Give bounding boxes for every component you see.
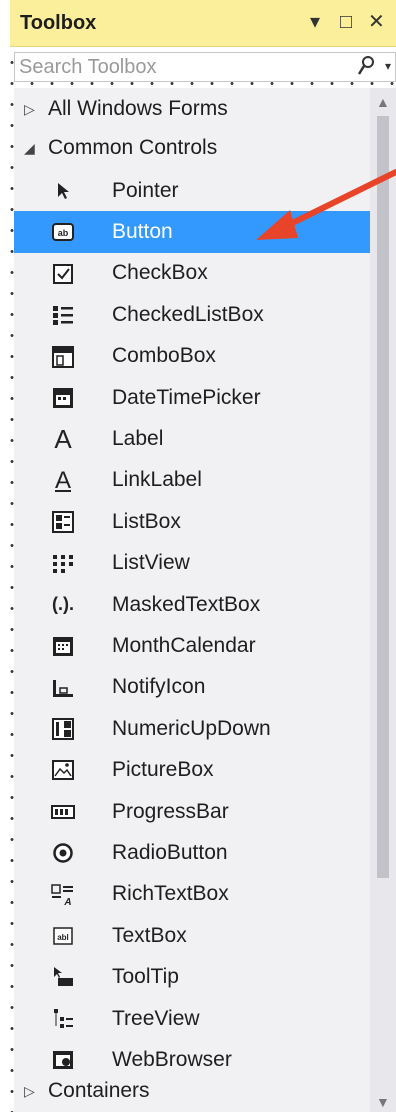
toolbox-item-monthcalendar[interactable]: MonthCalendar <box>14 625 370 666</box>
link-label-icon: A <box>54 466 71 494</box>
toolbox-item-checkedlistbox[interactable]: CheckedListBox <box>14 294 370 335</box>
item-label: ToolTip <box>112 965 179 989</box>
toolbox-item-maskedtextbox[interactable]: (.). MaskedTextBox <box>14 584 370 625</box>
item-label: ComboBox <box>112 344 216 368</box>
toolbox-item-radiobutton[interactable]: RadioButton <box>14 832 370 873</box>
toolbox-item-checkbox[interactable]: CheckBox <box>14 253 370 294</box>
annotation-arrow-icon <box>256 169 396 240</box>
search-box: ▾ <box>14 52 396 82</box>
item-label: DateTimePicker <box>112 385 261 409</box>
checked-list-box-icon <box>50 303 76 327</box>
toolbox-item-tooltip[interactable]: ToolTip <box>14 956 370 997</box>
masked-text-box-icon: (.). <box>52 594 74 615</box>
toolbox-item-numericupdown[interactable]: NumericUpDown <box>14 708 370 749</box>
svg-text:A: A <box>63 897 71 906</box>
toolbox-item-richtextbox[interactable]: A RichTextBox <box>14 874 370 915</box>
radio-button-icon <box>50 841 76 865</box>
collapsed-triangle-icon: ▷ <box>24 100 35 117</box>
month-calendar-icon <box>50 634 76 658</box>
item-label: RichTextBox <box>112 882 229 906</box>
maximize-icon[interactable]: □ <box>340 10 352 34</box>
group-all-windows-forms[interactable]: ▷ All Windows Forms <box>14 90 370 128</box>
item-label: LinkLabel <box>112 468 202 492</box>
search-input[interactable] <box>19 55 339 79</box>
scroll-down-arrow-icon[interactable]: ▼ <box>376 1094 390 1110</box>
group-label: Common Controls <box>48 136 218 159</box>
svg-text:abl: abl <box>57 933 69 942</box>
scroll-up-arrow-icon[interactable]: ▲ <box>376 94 390 110</box>
toolbox-title-bar: Toolbox ▾ □ ✕ <box>10 0 396 47</box>
item-label: WebBrowser <box>112 1047 232 1071</box>
item-label: ProgressBar <box>112 799 229 823</box>
item-label: ListBox <box>112 509 181 533</box>
collapsed-triangle-icon: ▷ <box>24 1082 35 1099</box>
checkbox-icon <box>50 262 76 286</box>
window-title: Toolbox <box>20 12 97 34</box>
toolbox-item-treeview[interactable]: TreeView <box>14 998 370 1039</box>
list-box-icon <box>50 510 76 534</box>
expanded-triangle-icon: ◢ <box>24 139 35 156</box>
toolbox-item-progressbar[interactable]: ProgressBar <box>14 791 370 832</box>
search-options-dropdown-icon[interactable]: ▾ <box>385 59 391 73</box>
toolbox-item-label[interactable]: A Label <box>14 418 370 459</box>
item-label: CheckedListBox <box>112 302 264 326</box>
common-controls-items: Pointer ab Button CheckBox CheckedListBo… <box>14 170 370 1081</box>
item-label: MaskedTextBox <box>112 592 261 616</box>
numeric-up-down-icon <box>50 717 76 741</box>
group-label: All Windows Forms <box>48 97 228 120</box>
item-label: NumericUpDown <box>112 716 271 740</box>
combo-box-icon <box>50 345 76 369</box>
toolbox-item-datetimepicker[interactable]: DateTimePicker <box>14 377 370 418</box>
toolbox-item-textbox[interactable]: abl TextBox <box>14 915 370 956</box>
button-icon: ab <box>50 220 76 244</box>
search-icon[interactable] <box>357 55 375 83</box>
toolbox-item-combobox[interactable]: ComboBox <box>14 336 370 377</box>
item-label: CheckBox <box>112 261 208 285</box>
group-label: Containers <box>48 1079 150 1102</box>
item-label: ListView <box>112 551 190 575</box>
picture-box-icon <box>50 758 76 782</box>
item-label: MonthCalendar <box>112 633 256 657</box>
progress-bar-icon <box>50 800 76 824</box>
toolbox-item-picturebox[interactable]: PictureBox <box>14 749 370 790</box>
item-label: TreeView <box>112 1006 200 1030</box>
toolbox-item-listview[interactable]: ListView <box>14 543 370 584</box>
list-view-icon <box>50 552 76 576</box>
toolbox-item-notifyicon[interactable]: NotifyIcon <box>14 667 370 708</box>
item-label: TextBox <box>112 923 187 947</box>
item-label: RadioButton <box>112 840 228 864</box>
notify-icon-icon <box>50 676 76 700</box>
close-icon[interactable]: ✕ <box>368 10 385 34</box>
web-browser-icon <box>50 1048 76 1072</box>
pointer-icon <box>50 179 76 203</box>
toolbox-item-listbox[interactable]: ListBox <box>14 501 370 542</box>
tool-tip-icon <box>50 965 76 989</box>
item-label: Pointer <box>112 178 179 202</box>
svg-text:ab: ab <box>58 228 69 238</box>
window-position-dropdown-icon[interactable]: ▾ <box>310 10 320 34</box>
item-label: Label <box>112 427 164 451</box>
rich-text-box-icon: A <box>50 883 76 907</box>
item-label: NotifyIcon <box>112 675 206 699</box>
item-label: PictureBox <box>112 758 214 782</box>
toolbox-item-linklabel[interactable]: A LinkLabel <box>14 460 370 501</box>
item-label: Button <box>112 220 173 244</box>
text-box-icon: abl <box>50 924 76 948</box>
label-a-icon: A <box>54 423 72 454</box>
group-containers[interactable]: ▷ Containers <box>14 1072 370 1110</box>
date-time-picker-icon <box>50 386 76 410</box>
tree-view-icon <box>50 1007 76 1031</box>
